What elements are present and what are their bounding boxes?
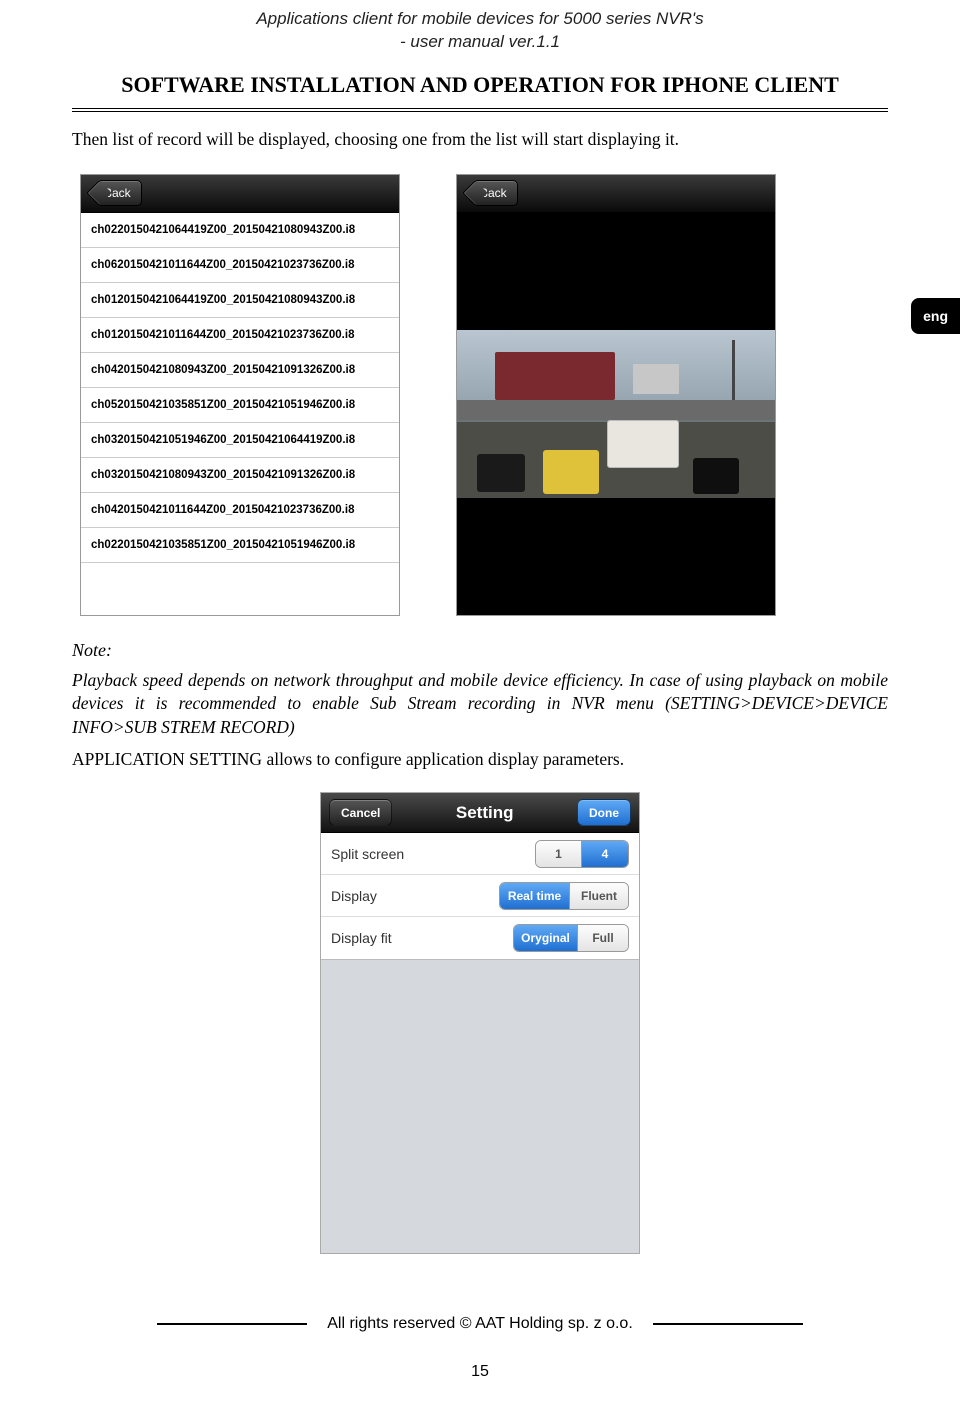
list-item[interactable]: ch0120150421011644Z00_20150421023736Z00.… bbox=[81, 318, 399, 353]
segment-option[interactable]: Real time bbox=[500, 883, 570, 909]
list-item[interactable]: ch0220150421035851Z00_20150421051946Z00.… bbox=[81, 528, 399, 563]
done-button[interactable]: Done bbox=[577, 799, 631, 826]
setting-row-fit: Display fit Oryginal Full bbox=[321, 917, 639, 959]
note-label: Note: bbox=[72, 640, 888, 661]
intro-text: Then list of record will be displayed, c… bbox=[72, 128, 888, 152]
list-item[interactable]: ch0320150421051946Z00_20150421064419Z00.… bbox=[81, 423, 399, 458]
back-button[interactable]: Back bbox=[97, 180, 142, 206]
back-button[interactable]: Back bbox=[473, 180, 518, 206]
playback-screenshot: Back bbox=[456, 174, 776, 616]
footer-rule bbox=[157, 1323, 307, 1325]
setting-label: Split screen bbox=[331, 846, 404, 862]
record-list-titlebar: Back bbox=[81, 175, 399, 213]
setting-label: Display fit bbox=[331, 930, 392, 946]
app-setting-text: APPLICATION SETTING allows to configure … bbox=[72, 749, 888, 770]
language-tab[interactable]: eng bbox=[911, 298, 960, 334]
cancel-button[interactable]: Cancel bbox=[329, 799, 392, 826]
list-item[interactable]: ch0120150421064419Z00_20150421080943Z00.… bbox=[81, 283, 399, 318]
section-divider bbox=[72, 108, 888, 112]
segment-option[interactable]: 4 bbox=[582, 841, 628, 867]
display-segmented[interactable]: Real time Fluent bbox=[499, 882, 629, 910]
segment-option[interactable]: Fluent bbox=[570, 883, 628, 909]
list-item[interactable]: ch0320150421080943Z00_20150421091326Z00.… bbox=[81, 458, 399, 493]
van-icon bbox=[607, 420, 679, 468]
back-button-label: Back bbox=[480, 186, 507, 200]
screenshots-row: Back ch0220150421064419Z00_2015042108094… bbox=[80, 174, 888, 616]
setting-label: Display bbox=[331, 888, 377, 904]
page-number: 15 bbox=[0, 1363, 960, 1381]
footer-rule bbox=[653, 1323, 803, 1325]
setting-row-split: Split screen 1 4 bbox=[321, 833, 639, 875]
video-frame bbox=[457, 330, 775, 498]
list-item[interactable]: ch0520150421035851Z00_20150421051946Z00.… bbox=[81, 388, 399, 423]
list-item[interactable]: ch0420150421011644Z00_20150421023736Z00.… bbox=[81, 493, 399, 528]
page-footer: All rights reserved © AAT Holding sp. z … bbox=[0, 1315, 960, 1381]
setting-screenshot: Cancel Setting Done Split screen 1 4 Dis… bbox=[320, 792, 640, 1254]
car-icon bbox=[477, 454, 525, 492]
record-list: ch0220150421064419Z00_20150421080943Z00.… bbox=[81, 213, 399, 563]
setting-row-display: Display Real time Fluent bbox=[321, 875, 639, 917]
building-icon bbox=[495, 352, 615, 400]
building-icon bbox=[633, 364, 679, 394]
list-item[interactable]: ch0220150421064419Z00_20150421080943Z00.… bbox=[81, 213, 399, 248]
record-list-screenshot: Back ch0220150421064419Z00_2015042108094… bbox=[80, 174, 400, 616]
playback-area bbox=[457, 213, 775, 615]
doc-header-line2: - user manual ver.1.1 bbox=[72, 31, 888, 54]
car-icon bbox=[693, 458, 739, 494]
setting-body: Split screen 1 4 Display Real time Fluen… bbox=[321, 833, 639, 960]
car-icon bbox=[543, 450, 599, 494]
fit-segmented[interactable]: Oryginal Full bbox=[513, 924, 629, 952]
setting-titlebar: Cancel Setting Done bbox=[321, 793, 639, 833]
segment-option[interactable]: Full bbox=[578, 925, 628, 951]
doc-header: Applications client for mobile devices f… bbox=[72, 8, 888, 54]
setting-title: Setting bbox=[456, 803, 514, 823]
section-title: SOFTWARE INSTALLATION AND OPERATION FOR … bbox=[72, 72, 888, 98]
segment-option[interactable]: 1 bbox=[536, 841, 582, 867]
list-item[interactable]: ch0420150421080943Z00_20150421091326Z00.… bbox=[81, 353, 399, 388]
segment-option[interactable]: Oryginal bbox=[514, 925, 578, 951]
footer-text: All rights reserved © AAT Holding sp. z … bbox=[327, 1315, 633, 1333]
doc-header-line1: Applications client for mobile devices f… bbox=[72, 8, 888, 31]
split-segmented[interactable]: 1 4 bbox=[535, 840, 629, 868]
list-item[interactable]: ch0620150421011644Z00_20150421023736Z00.… bbox=[81, 248, 399, 283]
playback-titlebar: Back bbox=[457, 175, 775, 213]
note-body: Playback speed depends on network throug… bbox=[72, 669, 888, 740]
back-button-label: Back bbox=[104, 186, 131, 200]
